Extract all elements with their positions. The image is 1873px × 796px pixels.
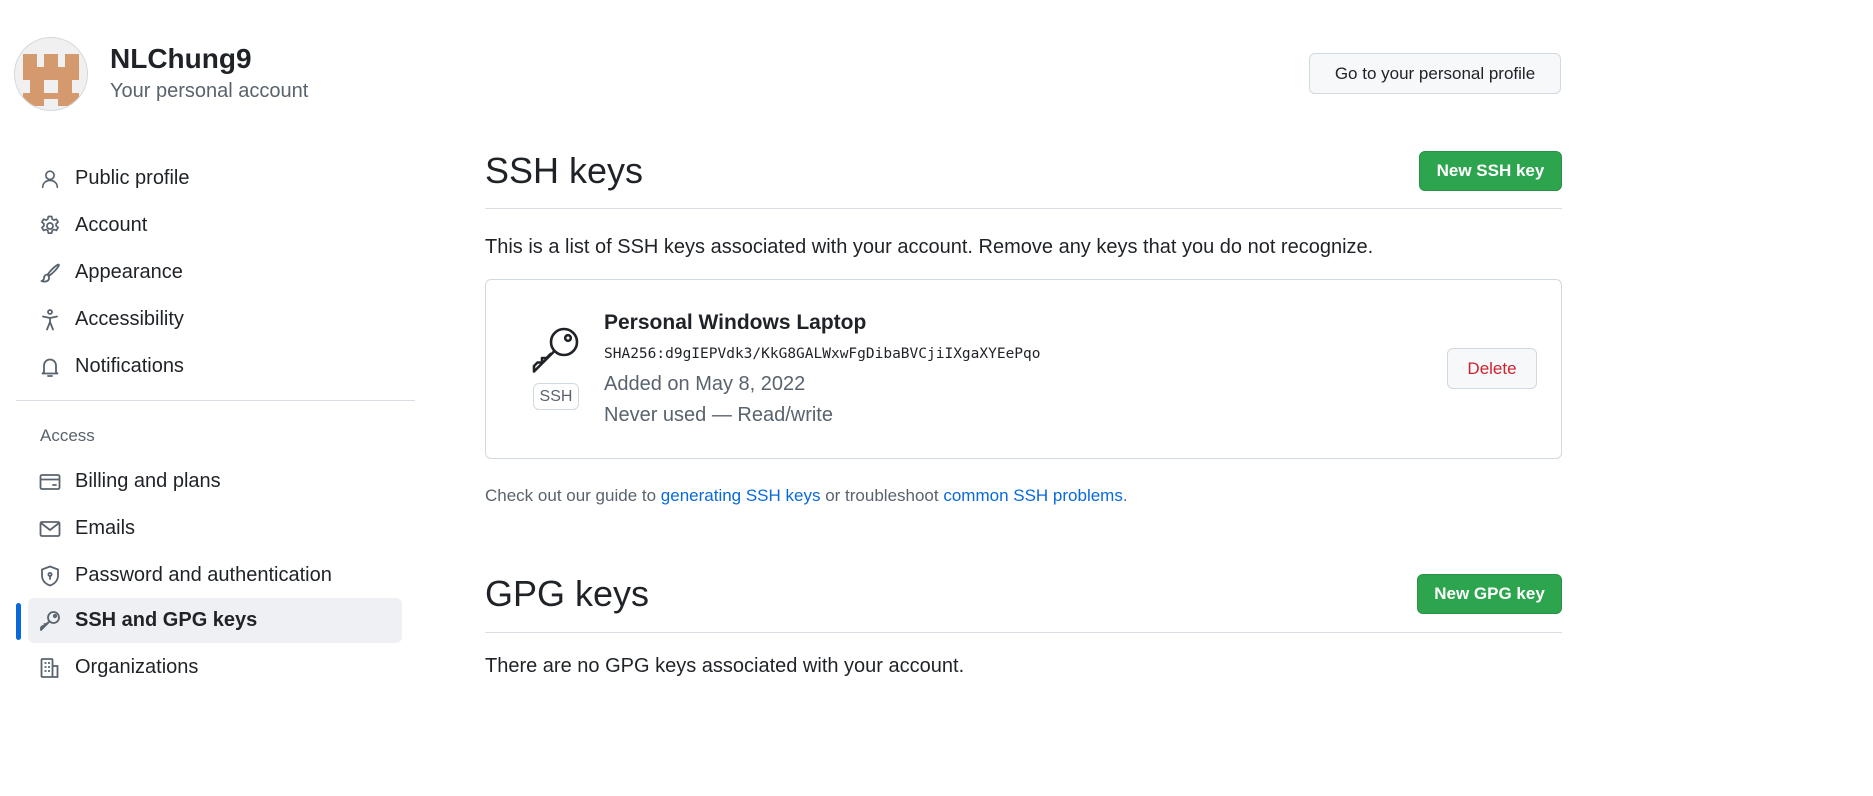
ssh-keys-title: SSH keys — [485, 150, 644, 191]
guide-suffix: . — [1122, 486, 1128, 505]
guide-middle: or troubleshoot — [820, 486, 944, 505]
gpg-intro-text: There are no GPG keys associated with yo… — [485, 655, 965, 677]
credit-card-icon — [38, 470, 62, 494]
sidebar-item-label: Public profile — [75, 167, 190, 189]
new-ssh-key-button[interactable]: New SSH key — [1419, 151, 1562, 191]
sidebar-item-notifications[interactable]: Notifications — [28, 344, 402, 389]
account-username: NLChung9 — [110, 43, 252, 74]
go-to-profile-button[interactable]: Go to your personal profile — [1309, 53, 1561, 94]
delete-ssh-key-button[interactable]: Delete — [1447, 348, 1537, 389]
sidebar-item-password-authentication[interactable]: Password and authentication — [28, 553, 402, 598]
sidebar-item-organizations[interactable]: Organizations — [28, 645, 402, 690]
person-icon — [38, 167, 62, 191]
gpg-keys-title: GPG keys — [485, 573, 650, 614]
gear-icon — [38, 214, 62, 238]
ssh-key-card — [485, 279, 1562, 459]
sidebar-divider — [16, 400, 415, 401]
accessibility-icon — [38, 308, 62, 332]
generating-ssh-keys-link[interactable]: generating SSH keys — [661, 486, 821, 505]
sidebar-item-label: Appearance — [75, 261, 183, 283]
organization-icon — [38, 656, 62, 680]
sidebar-item-billing[interactable]: Billing and plans — [28, 459, 402, 504]
ssh-type-label: SSH — [533, 383, 579, 410]
mail-icon — [38, 517, 62, 541]
sidebar-item-label: SSH and GPG keys — [75, 609, 258, 631]
sidebar-item-label: Organizations — [75, 656, 199, 678]
guide-prefix: Check out our guide to — [485, 486, 661, 505]
sidebar-item-label: Notifications — [75, 355, 184, 377]
account-subtitle: Your personal account — [110, 80, 309, 102]
ssh-key-name: Personal Windows Laptop — [604, 311, 867, 334]
shield-lock-icon — [38, 564, 62, 588]
common-ssh-problems-link[interactable]: common SSH problems — [943, 486, 1123, 505]
sidebar-item-account[interactable]: Account — [28, 203, 402, 248]
avatar[interactable] — [15, 38, 87, 110]
sidebar-item-appearance[interactable]: Appearance — [28, 250, 402, 295]
sidebar-item-emails[interactable]: Emails — [28, 506, 402, 551]
ssh-key-fingerprint: SHA256:d9gIEPVdk3/KkG8GALWxwFgDibaBVCjiI… — [604, 346, 1041, 362]
ssh-intro-text: This is a list of SSH keys associated wi… — [485, 236, 1374, 258]
sidebar-item-accessibility[interactable]: Accessibility — [28, 297, 402, 342]
bell-icon — [38, 355, 62, 379]
sidebar-item-public-profile[interactable]: Public profile — [28, 156, 402, 201]
sidebar-section-heading: Access — [40, 426, 95, 445]
sidebar-item-ssh-gpg-keys[interactable]: SSH and GPG keys — [28, 598, 402, 643]
sidebar-item-label: Emails — [75, 517, 136, 539]
key-icon — [38, 609, 62, 633]
ssh-key-added-date: Added on May 8, 2022 — [604, 373, 806, 395]
paintbrush-icon — [38, 261, 62, 285]
key-icon — [529, 324, 583, 379]
ssh-section-divider — [485, 208, 1562, 209]
sidebar-item-label: Password and authentication — [75, 564, 332, 586]
sidebar-item-label: Billing and plans — [75, 470, 221, 492]
sidebar-item-label: Accessibility — [75, 308, 184, 330]
gpg-section-divider — [485, 632, 1562, 633]
active-indicator — [16, 603, 21, 640]
ssh-key-usage: Never used — Read/write — [604, 404, 833, 426]
sidebar-item-label: Account — [75, 214, 148, 236]
new-gpg-key-button[interactable]: New GPG key — [1417, 574, 1562, 614]
ssh-guide-text: Check out our guide to generating SSH ke… — [485, 486, 1128, 506]
